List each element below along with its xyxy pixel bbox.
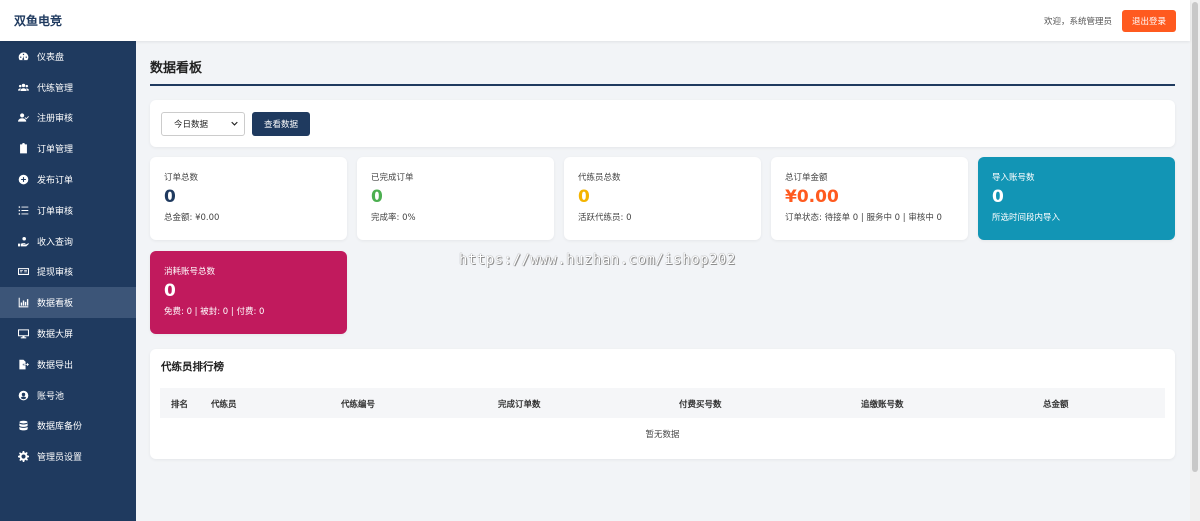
top-bar: 双鱼电竞 欢迎，系统管理员 退出登录 [0, 0, 1190, 41]
sidebar-item-big-screen[interactable]: 数据大屏 [0, 318, 136, 349]
sidebar-item-dashboard[interactable]: 仪表盘 [0, 41, 136, 72]
stat-card-boosters: 代练员总数 0 活跃代练员: 0 [564, 157, 761, 240]
stat-label: 总订单金额 [785, 173, 828, 183]
date-range-selected: 今日数据 [174, 119, 209, 130]
sidebar-item-orders[interactable]: 订单管理 [0, 133, 136, 164]
sidebar-item-label: 收入查询 [37, 237, 74, 248]
stat-value: 0 [371, 187, 383, 207]
column-header-booster[interactable]: 代练员 [211, 398, 237, 410]
sidebar-item-label: 提现审核 [37, 268, 74, 279]
money-bill-icon [16, 265, 30, 279]
chart-bar-icon [16, 296, 30, 310]
sidebar-item-order-review[interactable]: 订单审核 [0, 195, 136, 226]
stat-sub: 活跃代练员: 0 [578, 213, 632, 223]
sidebar-item-registration-review[interactable]: 注册审核 [0, 103, 136, 134]
column-header-booster-id[interactable]: 代练编号 [341, 398, 375, 410]
column-header-recovered-accounts[interactable]: 追缴账号数 [861, 398, 904, 410]
user-circle-icon [16, 388, 30, 402]
clipboard-icon [16, 142, 30, 156]
stat-value: 0 [992, 187, 1004, 207]
logout-button[interactable]: 退出登录 [1121, 9, 1176, 32]
stat-card-imported-accounts: 导入账号数 0 所选时间段内导入 [978, 157, 1175, 240]
stats-grid: 订单总数 0 总金额: ¥0.00 已完成订单 0 完成率: 0% 代练员总数 … [150, 157, 1175, 334]
stat-label: 导入账号数 [992, 173, 1035, 183]
sidebar-item-withdrawal-review[interactable]: 提现审核 [0, 257, 136, 288]
sidebar-item-label: 发布订单 [37, 176, 74, 187]
user-check-icon [16, 111, 30, 125]
ranking-table-header: 排名 代练员 代练编号 完成订单数 付费买号数 追缴账号数 总金额 [160, 388, 1165, 418]
stat-value: ¥0.00 [785, 187, 839, 207]
empty-state: 暂无数据 [645, 430, 680, 440]
ranking-card: 代练员排行榜 排名 代练员 代练编号 完成订单数 付费买号数 追缴账号数 总金额… [150, 349, 1175, 459]
ranking-title: 代练员排行榜 [161, 361, 224, 373]
sidebar-item-label: 数据库备份 [37, 422, 83, 433]
sidebar-item-publish-order[interactable]: 发布订单 [0, 164, 136, 195]
stat-sub: 所选时间段内导入 [992, 213, 1061, 223]
column-header-completed-orders[interactable]: 完成订单数 [498, 398, 541, 410]
column-header-paid-accounts[interactable]: 付费买号数 [679, 398, 722, 410]
sidebar-item-db-backup[interactable]: 数据库备份 [0, 411, 136, 442]
sidebar-item-label: 数据看板 [37, 299, 74, 310]
chevron-down-icon [231, 121, 238, 126]
stat-card-consumed-accounts: 消耗账号总数 0 免费: 0 | 被封: 0 | 付费: 0 [150, 251, 347, 334]
file-export-icon [16, 357, 30, 371]
stat-sub: 总金额: ¥0.00 [164, 213, 220, 223]
filter-card: 今日数据 查看数据 [150, 100, 1175, 147]
stat-value: 0 [164, 281, 176, 301]
sidebar-item-label: 订单管理 [37, 145, 74, 156]
users-icon [16, 80, 30, 94]
scrollbar[interactable] [1190, 0, 1200, 521]
sidebar-item-boosters[interactable]: 代练管理 [0, 72, 136, 103]
sidebar-item-label: 代练管理 [37, 83, 74, 94]
stat-label: 代练员总数 [578, 173, 621, 183]
stat-value: 0 [164, 187, 176, 207]
monitor-icon [16, 327, 30, 341]
sidebar: 仪表盘 代练管理 注册审核 订单管理 发布订单 订单审核 收入查询 提现审核 数… [0, 41, 136, 521]
page-title: 数据看板 [150, 57, 1175, 86]
gear-icon [16, 450, 30, 464]
view-data-button[interactable]: 查看数据 [252, 111, 311, 136]
sidebar-item-admin-settings[interactable]: 管理员设置 [0, 441, 136, 472]
hand-coin-icon [16, 234, 30, 248]
sidebar-item-label: 数据大屏 [37, 330, 74, 341]
plus-circle-icon [16, 173, 30, 187]
database-icon [16, 419, 30, 433]
stat-card-completed-orders: 已完成订单 0 完成率: 0% [357, 157, 554, 240]
column-header-total-amount[interactable]: 总金额 [1043, 398, 1069, 410]
dashboard-icon [16, 49, 30, 63]
stat-sub: 完成率: 0% [371, 213, 416, 223]
sidebar-item-data-export[interactable]: 数据导出 [0, 349, 136, 380]
sidebar-item-label: 仪表盘 [37, 52, 65, 63]
list-icon [16, 203, 30, 217]
sidebar-item-label: 注册审核 [37, 114, 74, 125]
sidebar-item-label: 管理员设置 [37, 453, 83, 464]
stat-card-total-amount: 总订单金额 ¥0.00 订单状态: 待接单 0 | 服务中 0 | 审核中 0 [771, 157, 968, 240]
stat-sub: 免费: 0 | 被封: 0 | 付费: 0 [164, 307, 265, 317]
stat-sub: 订单状态: 待接单 0 | 服务中 0 | 审核中 0 [785, 213, 942, 223]
sidebar-item-data-board[interactable]: 数据看板 [0, 287, 136, 319]
stat-label: 订单总数 [164, 173, 199, 183]
watermark: https://www.huzhan.com/ishop202 [459, 252, 736, 268]
stat-label: 已完成订单 [371, 173, 414, 183]
stat-label: 消耗账号总数 [164, 267, 216, 277]
brand-logo[interactable]: 双鱼电竞 [14, 12, 62, 29]
sidebar-item-income[interactable]: 收入查询 [0, 226, 136, 257]
column-header-rank[interactable]: 排名 [171, 398, 188, 410]
stat-card-total-orders: 订单总数 0 总金额: ¥0.00 [150, 157, 347, 240]
date-range-select[interactable]: 今日数据 [161, 111, 245, 136]
scrollbar-thumb[interactable] [1192, 2, 1198, 472]
stat-value: 0 [578, 187, 590, 207]
sidebar-item-account-pool[interactable]: 账号池 [0, 380, 136, 411]
welcome-text: 欢迎，系统管理员 [1043, 16, 1112, 27]
main-content: 数据看板 今日数据 查看数据 订单总数 0 总金额: ¥0.00 已完成订单 0… [150, 41, 1175, 459]
sidebar-item-label: 数据导出 [37, 360, 74, 371]
sidebar-item-label: 订单审核 [37, 206, 74, 217]
sidebar-item-label: 账号池 [37, 391, 65, 402]
